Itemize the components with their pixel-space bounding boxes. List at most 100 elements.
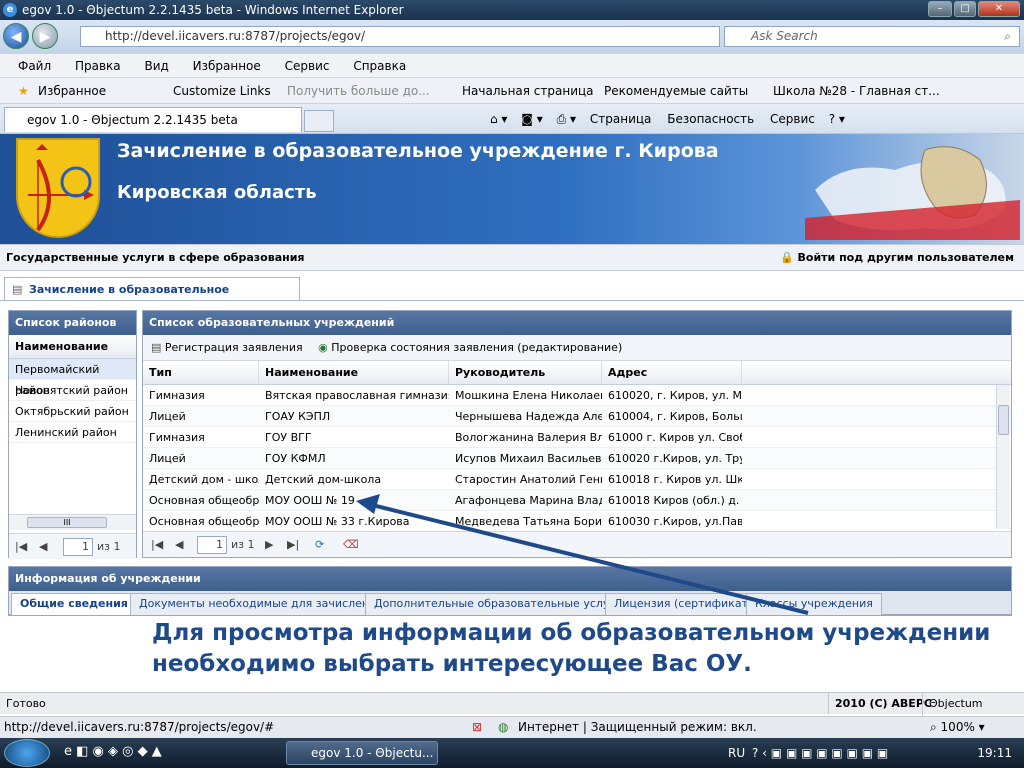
search-input[interactable]: Ask Search ⌕ xyxy=(724,26,1020,47)
fav-customize-links[interactable]: Customize Links xyxy=(173,78,271,104)
district-item[interactable]: Первомайский район xyxy=(9,359,136,397)
cell-director: Мошкина Елена Николаевна xyxy=(455,389,602,402)
tab-license[interactable]: Лицензия (сертификат) xyxy=(605,593,762,615)
next-page-icon[interactable]: ▶ xyxy=(265,532,273,558)
banner-subtitle: Кировская область xyxy=(117,182,317,203)
start-button[interactable] xyxy=(4,739,50,767)
cell-director: Агафонцева Марина Влад... xyxy=(455,494,602,507)
zoom-level[interactable]: ⌕ 100% ▾ xyxy=(930,717,985,738)
col-name[interactable]: Наименование xyxy=(259,361,449,384)
check-status-button[interactable]: Проверка состояния заявления (редактиров… xyxy=(331,341,622,354)
coat-of-arms-logo xyxy=(16,138,100,238)
cmd-page[interactable]: Страница xyxy=(590,112,652,126)
browser-tab-bar: egov 1.0 - Θbjectum 2.2.1435 beta ⌂ ▾ ◙ … xyxy=(0,104,1024,134)
tray-icons[interactable]: ? ‹ ▣ ▣ ▣ ▣ ▣ ▣ ▣ ▣ xyxy=(752,738,888,768)
prev-page-icon[interactable]: ◀ xyxy=(39,534,47,560)
menu-tools[interactable]: Сервис xyxy=(285,59,330,73)
app-tab-enrollment[interactable]: ▤ Зачисление в образовательное учреждени… xyxy=(4,277,300,319)
cell-address: 610004, г. Киров, Больш... xyxy=(608,410,742,423)
menu-edit[interactable]: Правка xyxy=(75,59,121,73)
status-text: Готово xyxy=(6,697,46,710)
last-page-icon[interactable]: ▶| xyxy=(287,532,299,558)
tab-general[interactable]: Общие сведения xyxy=(11,593,137,615)
fav-suggested-sites[interactable]: Рекомендуемые сайты xyxy=(604,78,748,104)
district-page-count: из 1 xyxy=(97,540,121,553)
districts-hscrollbar[interactable]: III xyxy=(9,514,136,530)
cmd-security[interactable]: Безопасность xyxy=(667,112,754,126)
tab-title: egov 1.0 - Θbjectum 2.2.1435 beta xyxy=(27,113,238,127)
security-zone[interactable]: Интернет | Защищенный режим: вкл. xyxy=(518,717,757,738)
forward-button[interactable]: ▶ xyxy=(32,23,58,49)
vscroll-thumb[interactable] xyxy=(998,405,1009,435)
cell-name: МОУ ООШ № 19 xyxy=(265,494,355,507)
address-bar: ◀ ▶ http://devel.iicavers.ru:8787/projec… xyxy=(0,20,1024,54)
register-icon: ▤ xyxy=(151,341,162,354)
back-button[interactable]: ◀ xyxy=(3,23,29,49)
register-application-button[interactable]: Регистрация заявления xyxy=(165,341,303,354)
institution-info-panel: Информация об учреждении Общие сведения … xyxy=(8,566,1012,616)
menu-favorites[interactable]: Избранное xyxy=(193,59,261,73)
district-item[interactable]: Октябрьский район xyxy=(9,401,136,422)
menu-view[interactable]: Вид xyxy=(144,59,168,73)
table-row[interactable]: Детский дом - школа Детский дом-школа Ст… xyxy=(143,469,1011,490)
rss-icon[interactable]: ◙ ▾ xyxy=(521,112,542,126)
col-type[interactable]: Тип xyxy=(143,361,259,384)
prev-page-icon[interactable]: ◀ xyxy=(175,532,183,558)
fav-school-28[interactable]: Школа №28 - Главная ст... xyxy=(773,78,940,104)
new-tab-button[interactable] xyxy=(304,110,334,132)
minimize-button[interactable]: – xyxy=(928,1,952,17)
print-icon[interactable]: ⎙ ▾ xyxy=(557,112,576,126)
fav-get-more[interactable]: Получить больше до... xyxy=(287,78,430,104)
home-icon[interactable]: ⌂ ▾ xyxy=(490,112,507,126)
cell-address: 610020, г. Киров, ул. Мо... xyxy=(608,389,742,402)
districts-column-header[interactable]: Наименование xyxy=(9,335,136,359)
cell-name: Детский дом-школа xyxy=(265,473,382,486)
globe-icon: ◍ xyxy=(498,720,509,734)
cell-type: Гимназия xyxy=(149,431,205,444)
table-row[interactable]: Лицей ГОУ КФМЛ Исупов Михаил Васильевич … xyxy=(143,448,1011,469)
table-row[interactable]: Гимназия Вятская православная гимназия М… xyxy=(143,385,1011,406)
col-director[interactable]: Руководитель xyxy=(449,361,602,384)
info-title: Информация об учреждении xyxy=(9,567,1011,591)
table-row[interactable]: Гимназия ГОУ ВГГ Вологжанина Валерия Вла… xyxy=(143,427,1011,448)
table-row[interactable]: Основная общеобр... МОУ ООШ № 33 г.Киров… xyxy=(143,511,1011,532)
table-row[interactable]: Основная общеобр... МОУ ООШ № 19 Агафонц… xyxy=(143,490,1011,511)
login-other-label: Войти под другим пользователем xyxy=(797,251,1014,264)
blocked-icon[interactable]: ⊠ xyxy=(472,717,482,738)
tab-classes[interactable]: Классы учреждения xyxy=(746,593,882,615)
search-icon[interactable]: ⌕ xyxy=(1004,27,1011,46)
cell-director: Вологжанина Валерия Вла... xyxy=(455,431,602,444)
maximize-button[interactable]: □ xyxy=(954,1,976,17)
institution-page-input[interactable]: 1 xyxy=(197,536,227,554)
cmd-tools[interactable]: Сервис xyxy=(770,112,815,126)
refresh-icon[interactable]: ⟳ xyxy=(315,532,324,558)
browser-tab-active[interactable]: egov 1.0 - Θbjectum 2.2.1435 beta xyxy=(4,107,302,132)
quick-launch-icons[interactable]: e ◧ ◉ ◈ ◎ ◆ ▲ xyxy=(64,744,162,759)
close-button[interactable]: ✕ xyxy=(978,1,1020,17)
table-row[interactable]: Лицей ГОАУ КЭПЛ Чернышева Надежда Алек..… xyxy=(143,406,1011,427)
help-icon[interactable]: ? ▾ xyxy=(829,112,845,126)
grid-vscrollbar[interactable] xyxy=(996,385,1010,529)
first-page-icon[interactable]: |◀ xyxy=(15,534,27,560)
scroll-thumb[interactable]: III xyxy=(27,517,107,528)
login-other-user-link[interactable]: 🔒 Войти под другим пользователем xyxy=(780,245,1014,271)
tab-documents[interactable]: Документы необходимые для зачисления xyxy=(130,593,392,615)
district-item[interactable]: Нововятский район xyxy=(9,380,136,401)
url-input[interactable]: http://devel.iicavers.ru:8787/projects/e… xyxy=(80,26,720,47)
district-page-input[interactable]: 1 xyxy=(63,538,93,556)
clock[interactable]: 19:11 xyxy=(977,738,1012,768)
fav-home-page[interactable]: Начальная страница xyxy=(462,78,594,104)
tab-extra-services[interactable]: Дополнительные образовательные услуги xyxy=(365,593,632,615)
windows-taskbar: e ◧ ◉ ◈ ◎ ◆ ▲ egov 1.0 - Θbjectu... RU ?… xyxy=(0,738,1024,768)
window-title: egov 1.0 - Θbjectum 2.2.1435 beta - Wind… xyxy=(22,3,404,17)
first-page-icon[interactable]: |◀ xyxy=(151,532,163,558)
taskbar-ie-window[interactable]: egov 1.0 - Θbjectu... xyxy=(286,741,438,765)
col-address[interactable]: Адрес xyxy=(602,361,742,384)
window-title-bar: e egov 1.0 - Θbjectum 2.2.1435 beta - Wi… xyxy=(0,0,1024,20)
district-item[interactable]: Ленинский район xyxy=(9,422,136,443)
clear-filter-icon[interactable]: ⌫ xyxy=(343,532,359,558)
menu-file[interactable]: Файл xyxy=(18,59,51,73)
menu-help[interactable]: Справка xyxy=(353,59,406,73)
favorites-button[interactable]: Избранное xyxy=(38,78,106,104)
language-indicator[interactable]: RU xyxy=(728,738,745,768)
